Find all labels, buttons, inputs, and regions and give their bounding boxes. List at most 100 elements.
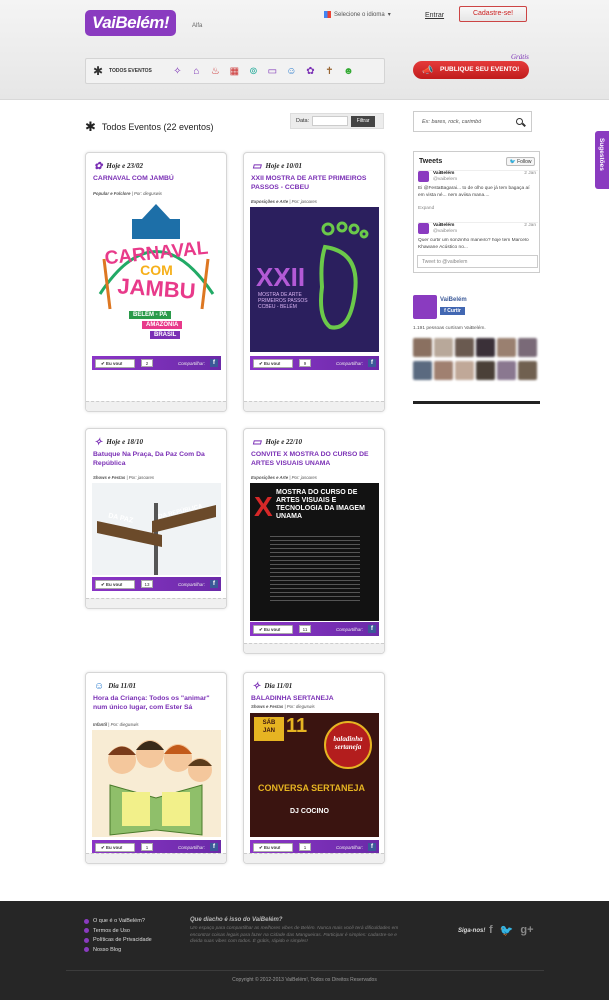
fb-like-button[interactable]: f Curtir (440, 307, 465, 315)
folklore-category-icon[interactable]: ✿ (305, 66, 316, 77)
religion-category-icon[interactable]: ✝ (324, 66, 335, 77)
footer-description: Um espaço para compartilhar as melhores … (190, 926, 399, 944)
going-button[interactable]: ✔ Eu vou! (253, 624, 293, 634)
event-image[interactable] (92, 730, 221, 837)
bullet-icon (84, 937, 89, 943)
dance-icon: ✧ (252, 680, 261, 692)
footer-link-blog[interactable]: Nosso Blog (84, 947, 152, 953)
tv-category-icon[interactable]: ▭ (267, 66, 278, 77)
going-button[interactable]: ✔ Eu vou! (95, 358, 135, 368)
event-title[interactable]: BALADINHA SERTANEJA (251, 695, 379, 704)
footer-link-terms[interactable]: Termos de Uso (84, 928, 152, 934)
card-footer (244, 401, 384, 411)
facebook-share-icon[interactable]: f (210, 843, 218, 851)
publish-event-button[interactable]: 📣 PUBLIQUE SEU EVENTO! (413, 61, 529, 79)
event-card[interactable]: ✧ Dia 11/01 BALADINHA SERTANEJA Shows e F… (243, 672, 385, 864)
going-button[interactable]: ✔ Eu vou! (253, 842, 293, 852)
tweet[interactable]: VaiBelém @vaibelem 2 Jan Ei @FestaBagara… (418, 170, 538, 222)
going-count: 13 (141, 580, 153, 588)
child-category-icon[interactable]: ☺ (286, 66, 297, 77)
search-icon[interactable] (516, 118, 523, 125)
share-label: Compartilhar: (335, 360, 363, 366)
footer-link-privacy[interactable]: Políticas de Privacidade (84, 937, 152, 943)
fan-avatar[interactable] (518, 338, 537, 357)
filter-button[interactable]: Filtrar (351, 115, 376, 127)
tweet-input[interactable]: Tweet to @vaibelem (417, 255, 538, 268)
event-image[interactable]: XXII MOSTRA DE ARTE PRIMEIROS PASSOS CCB… (250, 207, 379, 352)
event-title[interactable]: Hora da Criança: Todos os "animar" num ú… (93, 695, 221, 712)
signup-button[interactable]: Cadastre-se! (459, 6, 527, 22)
twitter-follow-button[interactable]: 🐦 Follow (506, 157, 535, 166)
going-button[interactable]: ✔ Eu vou! (95, 842, 135, 852)
all-events-label[interactable]: TODOS EVENTOS (109, 68, 152, 74)
twitter-bird-icon: 🐦 (509, 159, 516, 165)
alfa-badge: Alfa (192, 23, 203, 29)
site-footer: O que é o VaiBelém? Termos de Uso Políti… (0, 901, 609, 1000)
poster-eleven: 11 (286, 715, 308, 737)
event-actions-bar: ✔ Eu vou! 9 Compartilhar: f (250, 356, 379, 370)
site-logo[interactable]: VaiBelém! Alfa (85, 10, 205, 38)
publish-label: PUBLIQUE SEU EVENTO! (440, 66, 520, 73)
home-category-icon[interactable]: ⌂ (191, 66, 202, 77)
event-title[interactable]: CARNAVAL COM JAMBÚ (93, 175, 221, 184)
fb-page-name[interactable]: VaiBelém (440, 297, 467, 303)
footer-link-about[interactable]: O que é o VaiBelém? (84, 918, 152, 924)
google-plus-icon[interactable]: g+ (520, 924, 533, 937)
fan-avatar[interactable] (413, 338, 432, 357)
tweet-expand-link[interactable]: Expand (418, 206, 434, 213)
event-title[interactable]: Batuque Na Praça, Da Paz Com Da Repúblic… (93, 451, 221, 468)
event-title[interactable]: XXII MOSTRA DE ARTE PRIMEIROS PASSOS - C… (251, 175, 379, 192)
calendar-category-icon[interactable]: ▦ (229, 66, 240, 77)
event-image[interactable]: CARNAVAL COM JAMBU BELÉM - PA AMAZÔNIA B… (92, 199, 221, 352)
suggestions-tab[interactable]: Sugestões (595, 131, 609, 189)
fan-avatar[interactable] (434, 361, 453, 380)
tweet[interactable]: VaiBelém @vaibelem 2 Jan Quer curtir um … (418, 222, 538, 252)
facebook-share-icon[interactable]: f (368, 625, 376, 633)
going-button[interactable]: ✔ Eu vou! (253, 358, 293, 368)
share-label: Compartilhar: (335, 844, 363, 850)
event-category: Infantil (93, 722, 108, 727)
login-link[interactable]: Entrar (425, 12, 444, 19)
going-label: Eu vou! (106, 844, 123, 850)
facebook-share-icon[interactable]: f (210, 359, 218, 367)
fan-avatar[interactable] (476, 361, 495, 380)
twitter-icon[interactable]: 🐦 (500, 924, 514, 937)
footer-links: O que é o VaiBelém? Termos de Uso Políti… (84, 918, 152, 956)
facebook-icon[interactable]: f (489, 924, 493, 937)
bullet-icon (84, 947, 89, 952)
fan-avatar[interactable] (476, 338, 495, 357)
bike-category-icon[interactable]: ⊚ (248, 66, 259, 77)
date-input[interactable] (312, 116, 349, 126)
event-title[interactable]: CONVITE X MOSTRA DO CURSO DE ARTES VISUA… (251, 451, 379, 468)
event-card[interactable]: ✿ Hoje e 23/02 CARNAVAL COM JAMBÚ Popular… (85, 152, 227, 412)
theater-category-icon[interactable]: ☻ (343, 66, 354, 77)
fan-avatar[interactable] (497, 338, 516, 357)
fan-avatar[interactable] (518, 361, 537, 380)
tweet-text: Ei @FestaBagarai... to de olho que já te… (418, 186, 530, 198)
fan-avatar[interactable] (455, 361, 474, 380)
search-input[interactable]: Ex: bares, rock, carimbó (413, 111, 532, 132)
facebook-share-icon[interactable]: f (368, 359, 376, 367)
fan-avatar[interactable] (497, 361, 516, 380)
tweet-date: 2 Jan (524, 223, 536, 228)
facebook-share-icon[interactable]: f (368, 843, 376, 851)
event-card[interactable]: ✧ Hoje e 18/10 Batuque Na Praça, Da Paz C… (85, 428, 227, 609)
event-card[interactable]: ☺ Dia 11/01 Hora da Criança: Todos os "an… (85, 672, 227, 864)
event-card[interactable]: ▭ Hoje e 10/01 XXII MOSTRA DE ARTE PRIMEI… (243, 152, 385, 412)
dance-category-icon[interactable]: ✧ (172, 66, 183, 77)
fan-avatar[interactable] (455, 338, 474, 357)
language-selector[interactable]: Selecione o idioma ▾ (324, 11, 391, 18)
all-events-star-icon[interactable]: ✱ (93, 64, 106, 78)
event-image[interactable]: SÁB JAN 11 baladinha sertaneja CONVERSA … (250, 713, 379, 837)
page-title: ✱ Todos Eventos (22 eventos) (85, 119, 213, 135)
event-card[interactable]: ▭ Hoje e 22/10 CONVITE X MOSTRA DO CURSO … (243, 428, 385, 654)
fan-avatar[interactable] (413, 361, 432, 380)
card-footer (86, 401, 226, 411)
card-footer (86, 598, 226, 608)
food-category-icon[interactable]: ♨ (210, 66, 221, 77)
facebook-share-icon[interactable]: f (210, 580, 218, 588)
going-button[interactable]: ✔ Eu vou! (95, 579, 135, 589)
event-image[interactable]: X MOSTRA DO CURSO DE ARTES VISUAIS E TEC… (250, 483, 379, 621)
event-image[interactable]: DA PAZ DA REPÚBLICA (92, 483, 221, 575)
fan-avatar[interactable] (434, 338, 453, 357)
